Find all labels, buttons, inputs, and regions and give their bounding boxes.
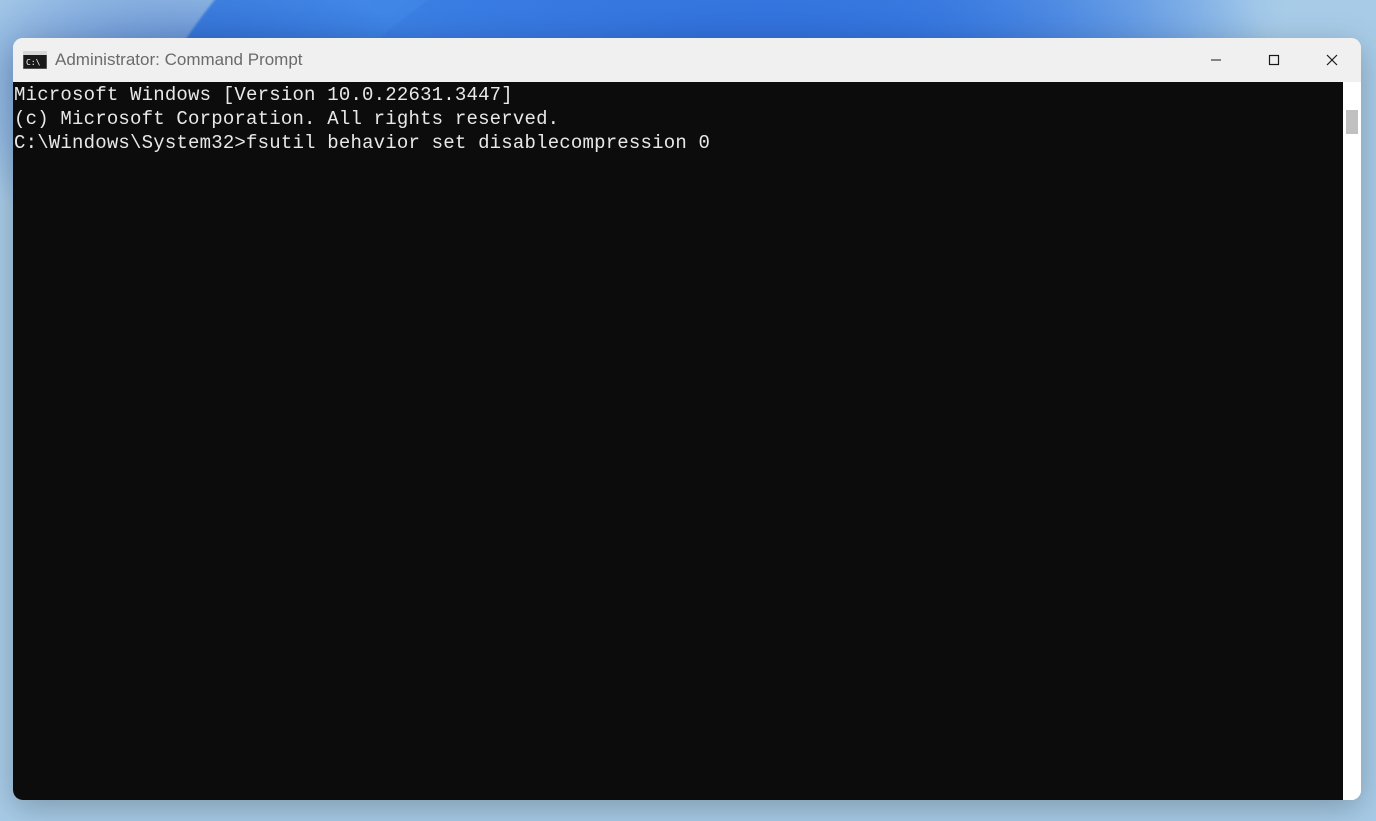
- terminal-prompt-line: C:\Windows\System32>fsutil behavior set …: [14, 131, 1343, 155]
- vertical-scrollbar[interactable]: [1343, 82, 1361, 800]
- svg-text:C:\: C:\: [26, 58, 41, 67]
- window-title: Administrator: Command Prompt: [55, 50, 303, 70]
- prompt-path: C:\Windows\System32>: [14, 132, 246, 154]
- cmd-icon: C:\: [23, 50, 47, 70]
- scrollbar-thumb[interactable]: [1346, 110, 1358, 134]
- minimize-button[interactable]: [1187, 38, 1245, 82]
- maximize-button[interactable]: [1245, 38, 1303, 82]
- command-input[interactable]: fsutil behavior set disablecompression 0: [246, 132, 710, 154]
- terminal-output-line: Microsoft Windows [Version 10.0.22631.34…: [14, 83, 1343, 107]
- terminal[interactable]: Microsoft Windows [Version 10.0.22631.34…: [13, 82, 1343, 800]
- terminal-output-line: (c) Microsoft Corporation. All rights re…: [14, 107, 1343, 131]
- terminal-container: Microsoft Windows [Version 10.0.22631.34…: [13, 82, 1361, 800]
- command-prompt-window: C:\ Administrator: Command Prompt Micros…: [13, 38, 1361, 800]
- titlebar[interactable]: C:\ Administrator: Command Prompt: [13, 38, 1361, 82]
- window-controls: [1187, 38, 1361, 82]
- close-button[interactable]: [1303, 38, 1361, 82]
